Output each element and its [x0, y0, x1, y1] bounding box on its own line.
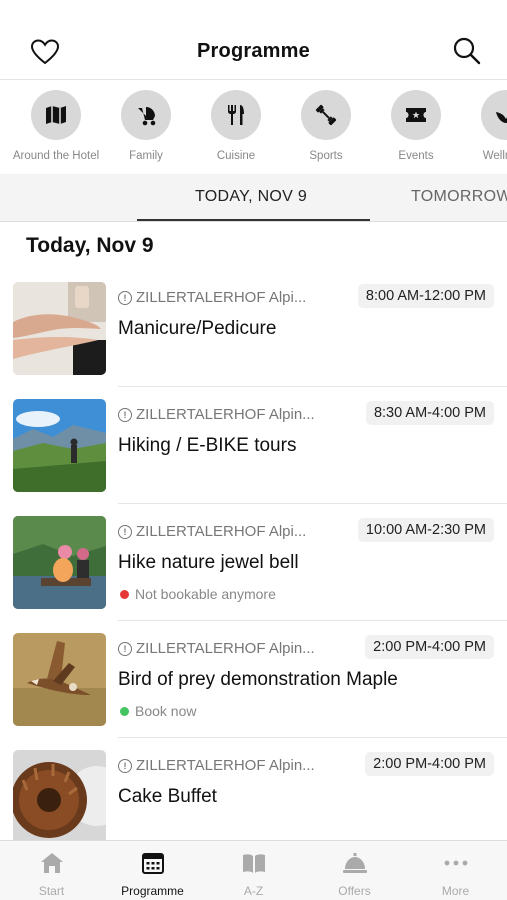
event-name: Manicure/Pedicure: [118, 318, 277, 339]
event-thumbnail: [13, 633, 106, 726]
event-location: ! ZILLERTALERHOF Alpin...: [118, 757, 315, 774]
tab-label: More: [441, 884, 470, 898]
event-time: 8:00 AM-12:00 PM: [357, 284, 494, 308]
search-icon[interactable]: [452, 36, 482, 66]
ticket-icon: [391, 90, 441, 140]
tab-start[interactable]: Start: [1, 841, 102, 900]
info-icon: !: [118, 524, 132, 539]
event-thumbnail: [13, 282, 106, 375]
tab-tomorrow[interactable]: TOMORROW: [411, 188, 507, 206]
booking-status[interactable]: Book now: [120, 703, 196, 719]
event-row[interactable]: ! ZILLERTALERHOF Alpi... 8:00 AM-12:00 PM…: [0, 270, 507, 387]
event-thumbnail: [13, 516, 106, 609]
category-family[interactable]: Family: [101, 90, 191, 162]
event-time: 10:00 AM-2:30 PM: [357, 518, 494, 542]
map-icon: [31, 90, 81, 140]
category-label: Family: [129, 150, 163, 162]
category-around-the-hotel[interactable]: Around the Hotel: [11, 90, 101, 162]
service-bell-icon: [342, 853, 367, 873]
event-row[interactable]: ! ZILLERTALERHOF Alpin... 2:00 PM-4:00 PM…: [0, 738, 507, 840]
booking-status: Not bookable anymore: [120, 586, 276, 602]
status-dot: [120, 589, 129, 599]
location-text: ZILLERTALERHOF Alpin...: [136, 406, 315, 423]
tab-label: Start: [38, 884, 65, 898]
category-events[interactable]: Events: [371, 90, 461, 162]
category-cuisine[interactable]: Cuisine: [191, 90, 281, 162]
category-label: Cuisine: [216, 150, 256, 162]
location-text: ZILLERTALERHOF Alpi...: [136, 523, 307, 540]
tab-more[interactable]: More: [405, 841, 506, 900]
event-location: ! ZILLERTALERHOF Alpi...: [118, 289, 306, 306]
status-dot: [120, 706, 129, 716]
info-icon: !: [118, 758, 132, 773]
active-tab-indicator: [137, 219, 370, 221]
category-wellness[interactable]: Wellness: [461, 90, 507, 162]
page-title: Programme: [197, 40, 310, 62]
more-icon: [444, 860, 467, 866]
category-scroller[interactable]: Around the Hotel Family Cuisine Sports E…: [0, 80, 507, 174]
tab-today[interactable]: TODAY, NOV 9: [195, 188, 307, 206]
event-row[interactable]: ! ZILLERTALERHOF Alpin... 2:00 PM-4:00 PM…: [0, 621, 507, 738]
event-name: Hiking / E-BIKE tours: [118, 435, 297, 456]
event-name: Hike nature jewel bell: [118, 552, 299, 573]
category-label: Events: [398, 150, 434, 162]
event-thumbnail: [13, 750, 106, 840]
info-icon: !: [118, 290, 132, 305]
category-label: Around the Hotel: [12, 150, 100, 162]
event-row[interactable]: ! ZILLERTALERHOF Alpi... 10:00 AM-2:30 PM…: [0, 504, 507, 621]
event-list[interactable]: ! ZILLERTALERHOF Alpi... 8:00 AM-12:00 PM…: [0, 270, 507, 840]
event-time: 2:00 PM-4:00 PM: [365, 635, 494, 659]
status-text: Not bookable anymore: [135, 586, 276, 602]
event-thumbnail: [13, 399, 106, 492]
day-tabs: TODAY, NOV 9 TOMORROW: [0, 174, 507, 222]
event-location: ! ZILLERTALERHOF Alpin...: [118, 406, 315, 423]
tab-offers[interactable]: Offers: [304, 841, 405, 900]
tab-programme[interactable]: Programme: [102, 841, 203, 900]
event-name: Cake Buffet: [118, 786, 217, 807]
home-icon: [40, 853, 63, 873]
info-icon: !: [118, 641, 132, 656]
category-sports[interactable]: Sports: [281, 90, 371, 162]
calendar-icon: [141, 853, 164, 874]
dumbbell-icon: [301, 90, 351, 140]
wellness-icon: [481, 90, 507, 140]
status-text: Book now: [135, 703, 197, 719]
tab-label: A-Z: [243, 884, 264, 898]
event-location: ! ZILLERTALERHOF Alpi...: [118, 523, 306, 540]
event-location: ! ZILLERTALERHOF Alpin...: [118, 640, 315, 657]
cutlery-icon: [211, 90, 261, 140]
stroller-icon: [121, 90, 171, 140]
event-time: 2:00 PM-4:00 PM: [365, 752, 494, 776]
section-title: Today, Nov 9: [26, 234, 154, 257]
top-bar: Programme: [0, 22, 507, 80]
book-icon: [242, 854, 265, 873]
category-label: Wellness: [482, 150, 507, 162]
location-text: ZILLERTALERHOF Alpin...: [136, 757, 315, 774]
tab-a-z[interactable]: A-Z: [203, 841, 304, 900]
location-text: ZILLERTALERHOF Alpi...: [136, 289, 307, 306]
tab-label: Programme: [121, 884, 184, 898]
location-text: ZILLERTALERHOF Alpin...: [136, 640, 315, 657]
event-row[interactable]: ! ZILLERTALERHOF Alpin... 8:30 AM-4:00 PM…: [0, 387, 507, 504]
bottom-tab-bar: Start Programme A-Z Offers More: [0, 840, 507, 900]
info-icon: !: [118, 407, 132, 422]
event-time: 8:30 AM-4:00 PM: [365, 401, 494, 425]
category-label: Sports: [309, 150, 343, 162]
event-name: Bird of prey demonstration Maple: [118, 669, 398, 690]
tab-label: Offers: [338, 884, 371, 898]
